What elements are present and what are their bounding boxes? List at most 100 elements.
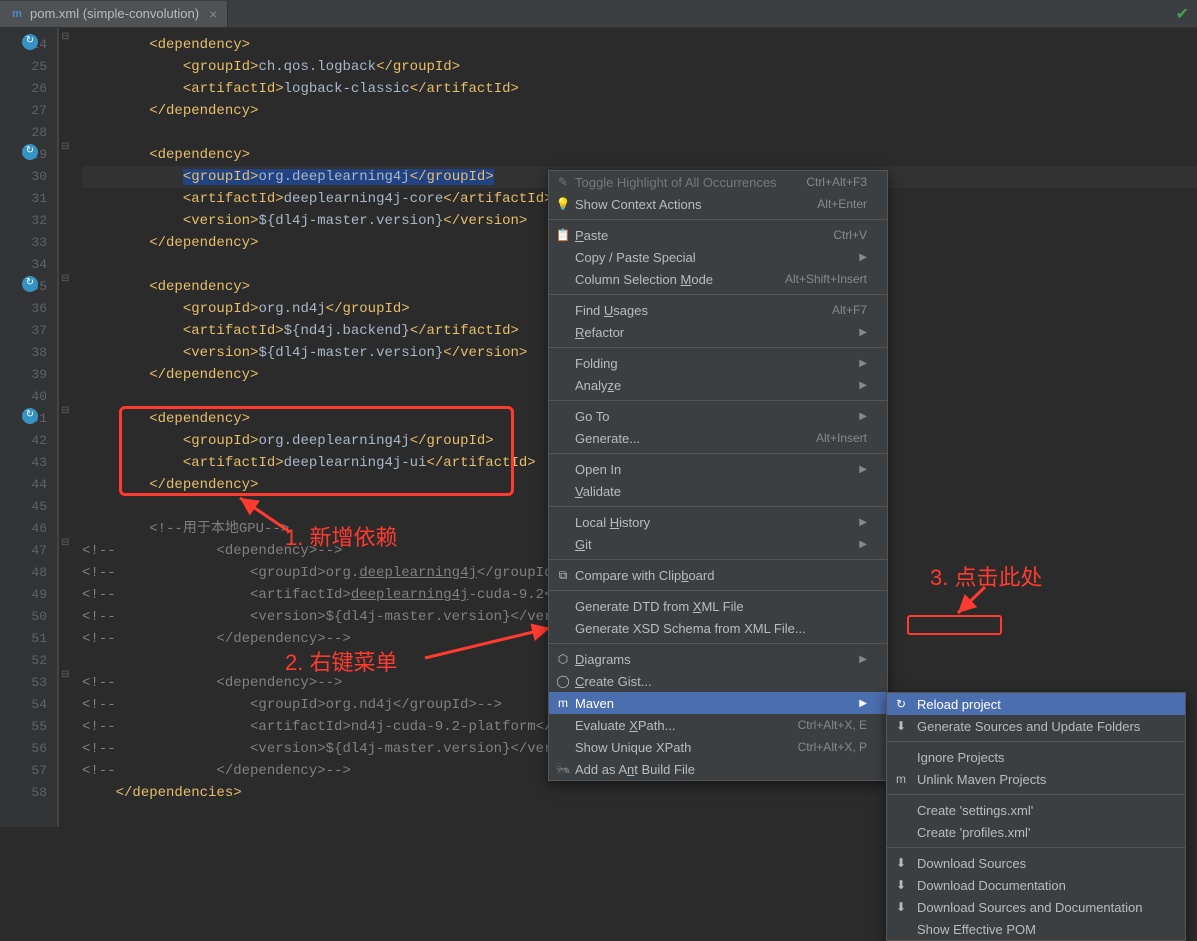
context-menu[interactable]: ✎Toggle Highlight of All OccurrencesCtrl… — [548, 170, 888, 781]
menu-icon: ⬇ — [893, 877, 909, 893]
menu-item-show-context-actions[interactable]: 💡Show Context ActionsAlt+Enter — [549, 193, 887, 215]
maven-icon: m — [10, 7, 24, 21]
menu-label: Ignore Projects — [917, 750, 1004, 765]
code-line[interactable] — [82, 122, 1197, 144]
menu-label: Maven — [575, 696, 614, 711]
submenu-arrow-icon: ▶ — [859, 380, 867, 391]
menu-label: Find Usages — [575, 303, 648, 318]
line-number: 45 — [0, 496, 47, 518]
fold-toggle-icon[interactable]: ⊟ — [61, 669, 69, 680]
menu-item-generate-xsd-schema-from-xml-file[interactable]: Generate XSD Schema from XML File... — [549, 617, 887, 639]
menu-label: Add as Ant Build File — [575, 762, 695, 777]
menu-label: Generate Sources and Update Folders — [917, 719, 1140, 734]
submenu-arrow-icon: ▶ — [859, 358, 867, 369]
menu-item-open-in[interactable]: Open In▶ — [549, 458, 887, 480]
menu-label: Column Selection Mode — [575, 272, 713, 287]
menu-icon: ⬇ — [893, 899, 909, 915]
gutter-refresh-icon[interactable] — [22, 34, 38, 50]
fold-toggle-icon[interactable]: ⊟ — [61, 141, 69, 152]
line-number: 56 — [0, 738, 47, 760]
menu-label: Create Gist... — [575, 674, 652, 689]
submenu-arrow-icon: ▶ — [859, 654, 867, 665]
line-number: 33 — [0, 232, 47, 254]
menu-item-reload-project[interactable]: ↻Reload project — [887, 693, 1185, 715]
gutter-refresh-icon[interactable] — [22, 144, 38, 160]
gutter-refresh-icon[interactable] — [22, 276, 38, 292]
menu-item-analyze[interactable]: Analyze ▶ — [549, 374, 887, 396]
fold-toggle-icon[interactable]: ⊟ — [61, 405, 69, 416]
gutter-refresh-icon[interactable] — [22, 408, 38, 424]
maven-icon: m — [893, 771, 909, 787]
menu-label: Show Unique XPath — [575, 740, 691, 755]
tab-bar: m pom.xml (simple-convolution) × — [0, 0, 1197, 28]
code-line[interactable]: <dependency> — [82, 34, 1197, 56]
menu-item-download-documentation[interactable]: ⬇ Download Documentation — [887, 874, 1185, 896]
menu-item-column-selection-mode[interactable]: Column Selection ModeAlt+Shift+Insert — [549, 268, 887, 290]
menu-label: Validate — [575, 484, 621, 499]
menu-label: Diagrams — [575, 652, 631, 667]
menu-shortcut: Ctrl+Alt+F3 — [806, 175, 867, 189]
fold-toggle-icon[interactable]: ⊟ — [61, 537, 69, 548]
menu-icon: ⬡ — [555, 651, 571, 667]
code-line[interactable]: <groupId>ch.qos.logback</groupId> — [82, 56, 1197, 78]
editor-tab[interactable]: m pom.xml (simple-convolution) × — [0, 1, 228, 27]
menu-item-git[interactable]: Git▶ — [549, 533, 887, 555]
line-number: 55 — [0, 716, 47, 738]
menu-label: Toggle Highlight of All Occurrences — [575, 175, 777, 190]
code-line[interactable]: </dependency> — [82, 100, 1197, 122]
menu-label: Generate... — [575, 431, 640, 446]
menu-item-unlink-maven-projects[interactable]: mUnlink Maven Projects — [887, 768, 1185, 790]
menu-item-compare-with-clipboard[interactable]: ⧉Compare with Clipboard — [549, 564, 887, 586]
code-line[interactable]: <dependency> — [82, 144, 1197, 166]
menu-label: Download Documentation — [917, 878, 1066, 893]
menu-shortcut: Alt+Insert — [816, 431, 867, 445]
menu-separator — [549, 294, 887, 295]
menu-item-go-to[interactable]: Go To▶ — [549, 405, 887, 427]
menu-item-local-history[interactable]: Local History▶ — [549, 511, 887, 533]
menu-icon: 🐜 — [555, 761, 571, 777]
menu-item-download-sources-and-documentation[interactable]: ⬇Download Sources and Documentation — [887, 896, 1185, 918]
fold-column[interactable]: ⊟ ⊟ ⊟ ⊟ ⊟ ⊟ — [58, 28, 72, 827]
menu-label: Open In — [575, 462, 621, 477]
code-line[interactable]: <artifactId>logback-classic</artifactId> — [82, 78, 1197, 100]
menu-item-add-as-ant-build-file[interactable]: 🐜 Add as Ant Build File — [549, 758, 887, 780]
menu-item-toggle-highlight-of-all-occurrences[interactable]: ✎Toggle Highlight of All OccurrencesCtrl… — [549, 171, 887, 193]
menu-item-diagrams[interactable]: ⬡ Diagrams ▶ — [549, 648, 887, 670]
menu-item-validate[interactable]: Validate — [549, 480, 887, 502]
menu-label: Analyze — [575, 378, 621, 393]
menu-label: Generate XSD Schema from XML File... — [575, 621, 806, 636]
menu-item-paste[interactable]: 📋PasteCtrl+V — [549, 224, 887, 246]
fold-toggle-icon[interactable]: ⊟ — [61, 31, 69, 42]
line-number: 47 — [0, 540, 47, 562]
menu-shortcut: Alt+F7 — [832, 303, 867, 317]
menu-separator — [549, 400, 887, 401]
line-number: 51 — [0, 628, 47, 650]
fold-toggle-icon[interactable]: ⊟ — [61, 273, 69, 284]
menu-item-refactor[interactable]: Refactor▶ — [549, 321, 887, 343]
close-icon[interactable]: × — [209, 6, 217, 22]
menu-label: Reload project — [917, 697, 1001, 712]
menu-label: Evaluate XPath... — [575, 718, 675, 733]
maven-submenu[interactable]: ↻Reload project ⬇ Generate Sources and Upd… — [886, 692, 1186, 941]
menu-item-create-gist[interactable]: ◯Create Gist... — [549, 670, 887, 692]
menu-item-folding[interactable]: Folding▶ — [549, 352, 887, 374]
menu-item-evaluate-xpath[interactable]: Evaluate XPath...Ctrl+Alt+X, E — [549, 714, 887, 736]
menu-item-generate[interactable]: Generate... Alt+Insert — [549, 427, 887, 449]
menu-item-show-unique-xpath[interactable]: Show Unique XPathCtrl+Alt+X, P — [549, 736, 887, 758]
menu-item-copy-paste-special[interactable]: Copy / Paste Special▶ — [549, 246, 887, 268]
menu-item-generate-sources-and-update-folders[interactable]: ⬇ Generate Sources and Update Folders — [887, 715, 1185, 737]
menu-item-find-usages[interactable]: Find Usages Alt+F7 — [549, 299, 887, 321]
menu-item-create-settings-xml[interactable]: Create 'settings.xml' — [887, 799, 1185, 821]
menu-item-ignore-projects[interactable]: Ignore Projects — [887, 746, 1185, 768]
menu-item-show-effective-pom[interactable]: Show Effective POM — [887, 918, 1185, 940]
menu-item-maven[interactable]: mMaven▶ — [549, 692, 887, 714]
line-number: 34 — [0, 254, 47, 276]
menu-icon: ⬇ — [893, 718, 909, 734]
menu-label: Show Context Actions — [575, 197, 701, 212]
line-number: 58 — [0, 782, 47, 804]
menu-separator — [549, 347, 887, 348]
menu-item-create-profiles-xml[interactable]: Create 'profiles.xml' — [887, 821, 1185, 843]
menu-item-download-sources[interactable]: ⬇Download Sources — [887, 852, 1185, 874]
line-number: 44 — [0, 474, 47, 496]
menu-item-generate-dtd-from-xml-file[interactable]: Generate DTD from XML File — [549, 595, 887, 617]
